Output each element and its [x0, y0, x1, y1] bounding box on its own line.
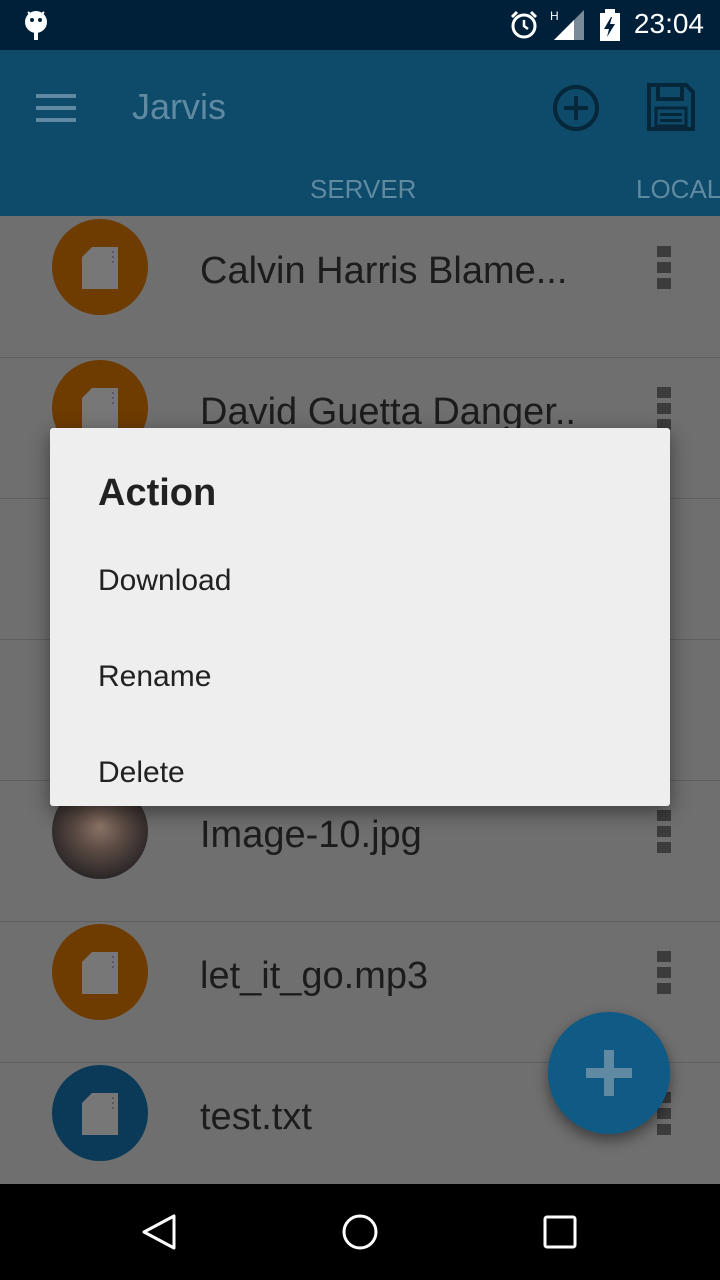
- file-name: let_it_go.mp3: [200, 955, 429, 997]
- more-vert-icon[interactable]: [657, 246, 671, 294]
- rename-label: Rename: [98, 660, 212, 693]
- tab-local[interactable]: LOCAL: [636, 174, 720, 205]
- file-icon: [82, 388, 118, 430]
- list-item[interactable]: Calvin Harris Blame...: [0, 216, 720, 358]
- file-name: Calvin Harris Blame...: [200, 250, 568, 292]
- delete-label: Delete: [98, 756, 185, 789]
- plus-icon: [586, 1050, 632, 1096]
- file-name: test.txt: [200, 1096, 312, 1138]
- save-icon[interactable]: [646, 82, 696, 132]
- rename-menu-item[interactable]: Rename: [50, 634, 670, 724]
- home-icon[interactable]: [340, 1212, 380, 1252]
- download-menu-item[interactable]: Download: [50, 538, 670, 628]
- add-fab-button[interactable]: [548, 1012, 670, 1134]
- tab-server[interactable]: SERVER: [310, 174, 416, 205]
- alarm-icon: [510, 10, 538, 39]
- dialog-title: Action: [98, 472, 217, 514]
- status-bar: H 23:04: [0, 0, 720, 50]
- file-icon-avatar: [52, 924, 148, 1020]
- recents-icon[interactable]: [542, 1214, 578, 1250]
- back-icon[interactable]: [140, 1212, 180, 1252]
- more-vert-icon[interactable]: [657, 810, 671, 858]
- file-icon-avatar: [52, 219, 148, 315]
- signal-icon: H: [550, 8, 586, 47]
- delete-menu-item[interactable]: Delete: [50, 730, 670, 800]
- battery-charging-icon: [600, 9, 620, 41]
- hamburger-menu-icon[interactable]: [36, 94, 76, 122]
- signal-label: H: [550, 9, 559, 23]
- file-icon-avatar: [52, 1065, 148, 1161]
- app-title: Jarvis: [132, 86, 227, 127]
- file-icon: [82, 952, 118, 994]
- system-nav-bar: [0, 1184, 720, 1280]
- download-label: Download: [98, 564, 232, 597]
- file-name: Image-10.jpg: [200, 814, 422, 856]
- more-vert-icon[interactable]: [657, 951, 671, 999]
- file-icon: [82, 1093, 118, 1135]
- file-icon: [82, 247, 118, 289]
- status-time: 23:04: [633, 8, 704, 39]
- action-dialog: Action Download Rename Delete: [50, 428, 670, 806]
- android-icon: [25, 11, 47, 40]
- app-bar: Jarvis SERVER LOCAL: [0, 50, 720, 216]
- add-circle-icon[interactable]: [552, 84, 600, 132]
